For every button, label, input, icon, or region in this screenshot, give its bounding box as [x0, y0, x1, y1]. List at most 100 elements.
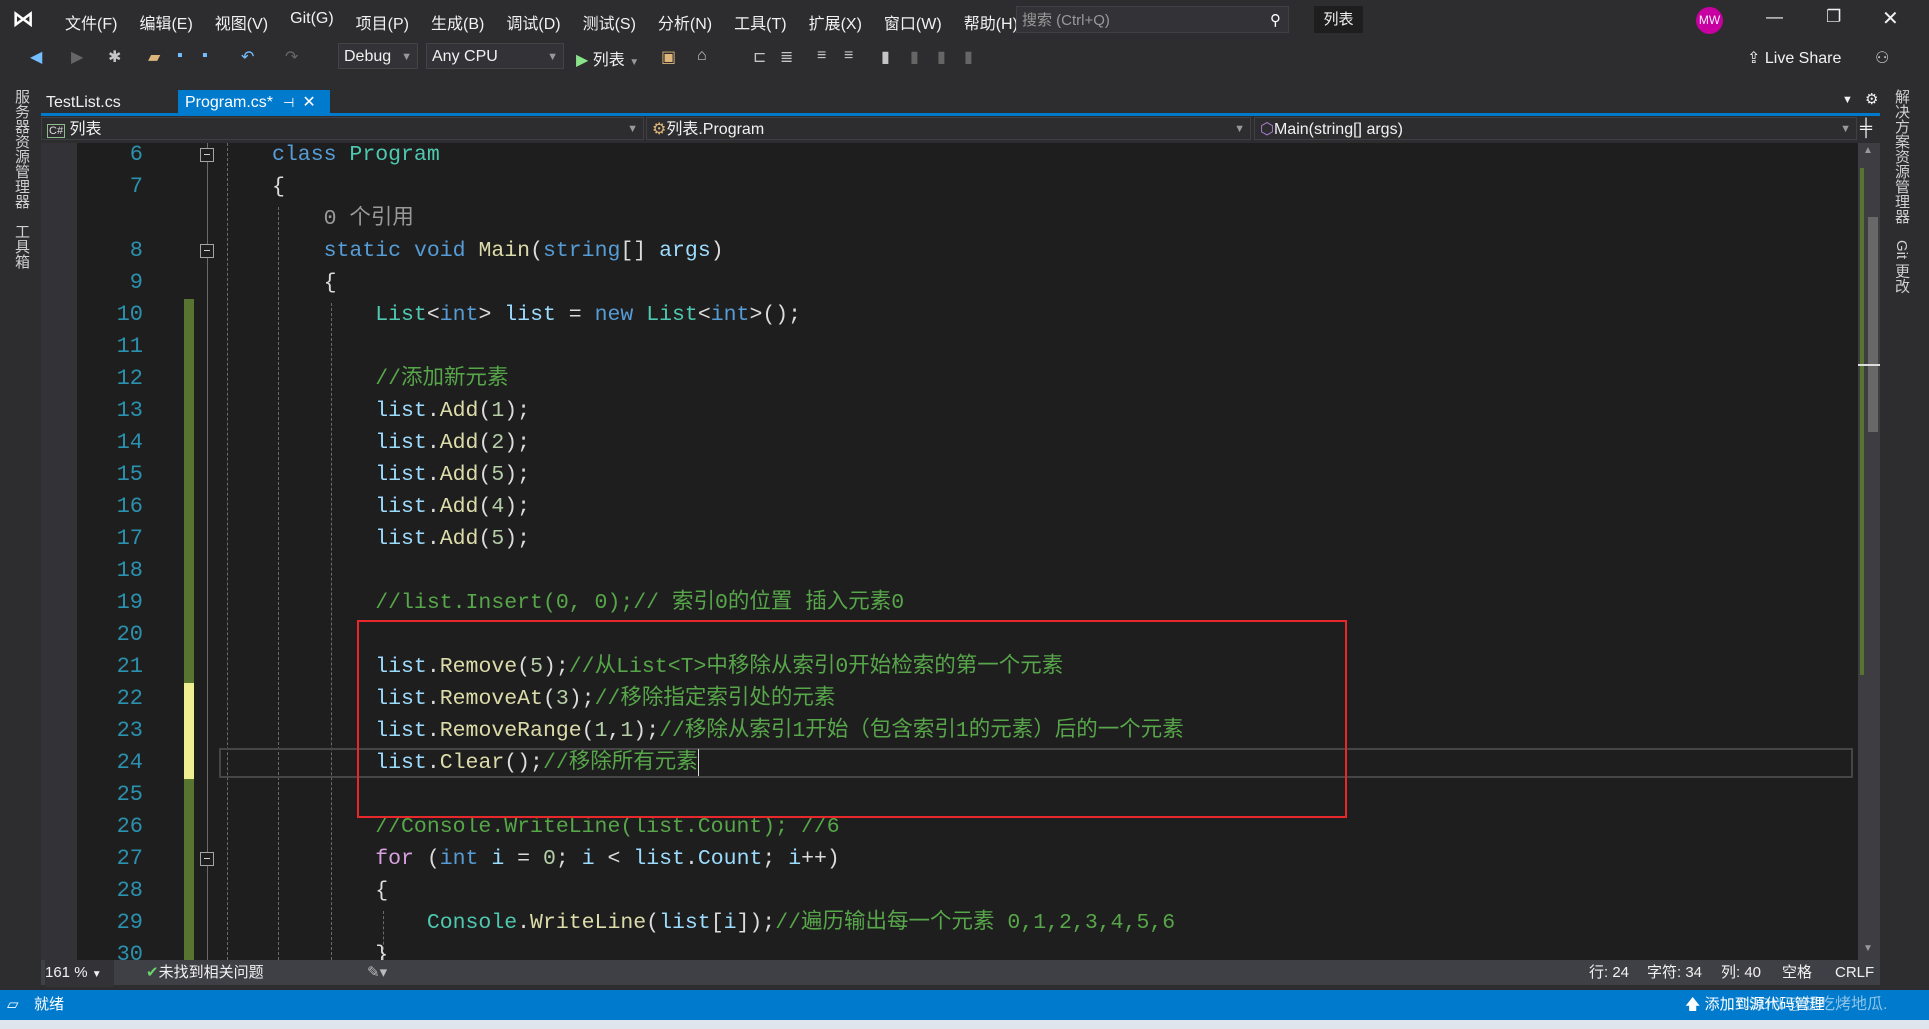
code-text: }	[272, 939, 388, 960]
class-dropdown[interactable]: ⚙列表.Program ▼	[646, 117, 1251, 140]
code-line[interactable]: 14 list.Add(2);	[41, 427, 1858, 459]
code-token: <	[697, 303, 711, 327]
project-dropdown[interactable]: C# 列表 ▼	[41, 117, 644, 140]
configuration-select[interactable]: Debug ▼	[338, 43, 418, 69]
git-changes-tab[interactable]: Git 更改	[1891, 240, 1912, 293]
collapse-icon[interactable]	[200, 148, 214, 162]
tab-program[interactable]: Program.cs* ⊣ ✕	[178, 90, 330, 115]
code-line[interactable]: 7{	[41, 171, 1858, 203]
issues-indicator[interactable]: ✔未找到相关问题	[146, 960, 264, 985]
menu-git[interactable]: Git(G)	[279, 10, 345, 34]
menu-project[interactable]: 项目(P)	[345, 10, 420, 34]
code-line[interactable]: 15 list.Add(5);	[41, 459, 1858, 491]
format-icon[interactable]: ≣	[780, 47, 793, 67]
close-tab-icon[interactable]: ✕	[302, 94, 315, 111]
collapse-icon[interactable]	[200, 852, 214, 866]
brush-icon[interactable]: ✎▾	[367, 960, 387, 985]
code-line[interactable]: 10 List<int> list = new List<int>();	[41, 299, 1858, 331]
code-line[interactable]: 17 list.Add(5);	[41, 523, 1858, 555]
save-all-icon[interactable]: ▪	[202, 47, 208, 65]
menu-tools[interactable]: 工具(T)	[723, 10, 797, 34]
code-line[interactable]: 29 Console.WriteLine(list[i]);//遍历输出每一个元…	[41, 907, 1858, 939]
back-icon[interactable]: ◀	[30, 47, 42, 67]
solution-explorer-tab[interactable]: 解决方案资源管理器	[1891, 89, 1912, 224]
prev-bookmark-icon[interactable]: ▮	[910, 47, 919, 67]
toolbox-tab[interactable]: 工具箱	[11, 224, 32, 269]
code-line[interactable]: 18	[41, 555, 1858, 587]
comment-icon[interactable]: ≡	[817, 47, 826, 65]
bookmark-icon[interactable]: ▮	[881, 47, 890, 67]
gear-icon[interactable]: ⚙	[1865, 90, 1878, 108]
forward-icon[interactable]: ▶	[71, 47, 83, 67]
saved-change-marker	[184, 299, 194, 331]
collapse-icon[interactable]	[200, 244, 214, 258]
next-bookmark-icon[interactable]: ▮	[937, 47, 946, 67]
code-token: (	[478, 399, 492, 423]
server-explorer-tab[interactable]: 服务器资源管理器	[11, 89, 32, 209]
avatar[interactable]: MW	[1696, 7, 1723, 34]
clear-bookmarks-icon[interactable]: ▮	[964, 47, 973, 67]
menu-view[interactable]: 视图(V)	[204, 10, 279, 34]
code-token: 4	[491, 495, 505, 519]
highlight-annotation-box	[357, 620, 1347, 818]
start-button[interactable]: ▶ 列表 ▼	[576, 46, 639, 70]
menu-extensions[interactable]: 扩展(X)	[798, 10, 873, 34]
browser-icon[interactable]: ⌂	[697, 47, 707, 65]
code-line[interactable]: 8 static void Main(string[] args)	[41, 235, 1858, 267]
code-editor[interactable]: 6 class Program 7{ 0 个引用 8 static void Main…	[41, 143, 1858, 960]
codelens-row[interactable]: 0 个引用	[41, 203, 1858, 235]
new-project-icon[interactable]: ✱	[108, 47, 121, 67]
scroll-up-icon[interactable]: ▲	[1863, 145, 1873, 156]
tab-testlist[interactable]: TestList.cs	[39, 90, 128, 115]
code-line[interactable]: 16 list.Add(4);	[41, 491, 1858, 523]
menu-file[interactable]: 文件(F)	[54, 10, 128, 34]
code-line[interactable]: 6 class Program	[41, 143, 1858, 171]
code-line[interactable]: 11	[41, 331, 1858, 363]
scroll-thumb[interactable]	[1868, 217, 1878, 432]
split-editor-icon[interactable]: ╪	[1860, 118, 1872, 138]
menu-edit[interactable]: 编辑(E)	[128, 10, 203, 34]
reference-count[interactable]: 0 个引用	[272, 207, 414, 231]
left-tool-strip	[0, 86, 37, 959]
code-line[interactable]: 30 }	[41, 939, 1858, 960]
restore-button[interactable]: ❐	[1826, 7, 1841, 27]
live-share-button[interactable]: ⇪ Live Share	[1747, 48, 1841, 68]
code-token: list	[659, 911, 711, 935]
code-line[interactable]: 13 list.Add(1);	[41, 395, 1858, 427]
save-icon[interactable]: ▪	[177, 47, 183, 65]
tab-overflow-icon[interactable]: ▼	[1842, 94, 1853, 106]
menu-analyze[interactable]: 分析(N)	[647, 10, 723, 34]
uncomment-icon[interactable]: ≡	[844, 47, 853, 65]
code-line[interactable]: 9 {	[41, 267, 1858, 299]
vertical-scrollbar[interactable]: ▲ ▼	[1858, 143, 1880, 960]
menu-build[interactable]: 生成(B)	[420, 10, 495, 34]
redo-icon[interactable]: ↷	[285, 47, 298, 67]
menu-window[interactable]: 窗口(W)	[873, 10, 953, 34]
line-ending-indicator[interactable]: CRLF	[1835, 960, 1874, 985]
member-dropdown[interactable]: ⬡Main(string[] args) ▼	[1254, 117, 1857, 140]
search-input[interactable]: 搜索 (Ctrl+Q) ⚲	[1016, 6, 1289, 33]
code-line[interactable]: 27 for (int i = 0; i < list.Count; i++)	[41, 843, 1858, 875]
close-button[interactable]: ✕	[1882, 6, 1899, 31]
indent-indicator[interactable]: 空格	[1782, 960, 1812, 985]
code-line[interactable]: 28 {	[41, 875, 1858, 907]
zoom-dropdown[interactable]: 161 % ▼	[45, 960, 114, 987]
find-in-files-icon[interactable]: ▣	[661, 47, 676, 67]
code-line[interactable]: 19 //list.Insert(0, 0);// 索引0的位置 插入元素0	[41, 587, 1858, 619]
feedback-icon[interactable]: ⚇	[1875, 48, 1889, 68]
saved-change-marker	[184, 939, 194, 960]
pin-icon[interactable]: ⊣	[283, 95, 294, 110]
undo-icon[interactable]: ↶	[241, 47, 254, 67]
platform-value: Any CPU	[432, 48, 498, 65]
code-line[interactable]: 12 //添加新元素	[41, 363, 1858, 395]
platform-select[interactable]: Any CPU ▼	[426, 43, 564, 69]
vs-logo-icon[interactable]: ⋈	[12, 6, 39, 33]
minimize-button[interactable]: —	[1766, 7, 1783, 27]
open-folder-icon[interactable]: ▰	[148, 47, 160, 67]
scroll-down-icon[interactable]: ▼	[1863, 943, 1873, 954]
step-icon[interactable]: ⊏	[753, 47, 766, 67]
menu-debug[interactable]: 调试(D)	[495, 10, 571, 34]
menu-test[interactable]: 测试(S)	[572, 10, 647, 34]
code-text: Console.WriteLine(list[i]);//遍历输出每一个元素 0…	[272, 907, 1175, 939]
